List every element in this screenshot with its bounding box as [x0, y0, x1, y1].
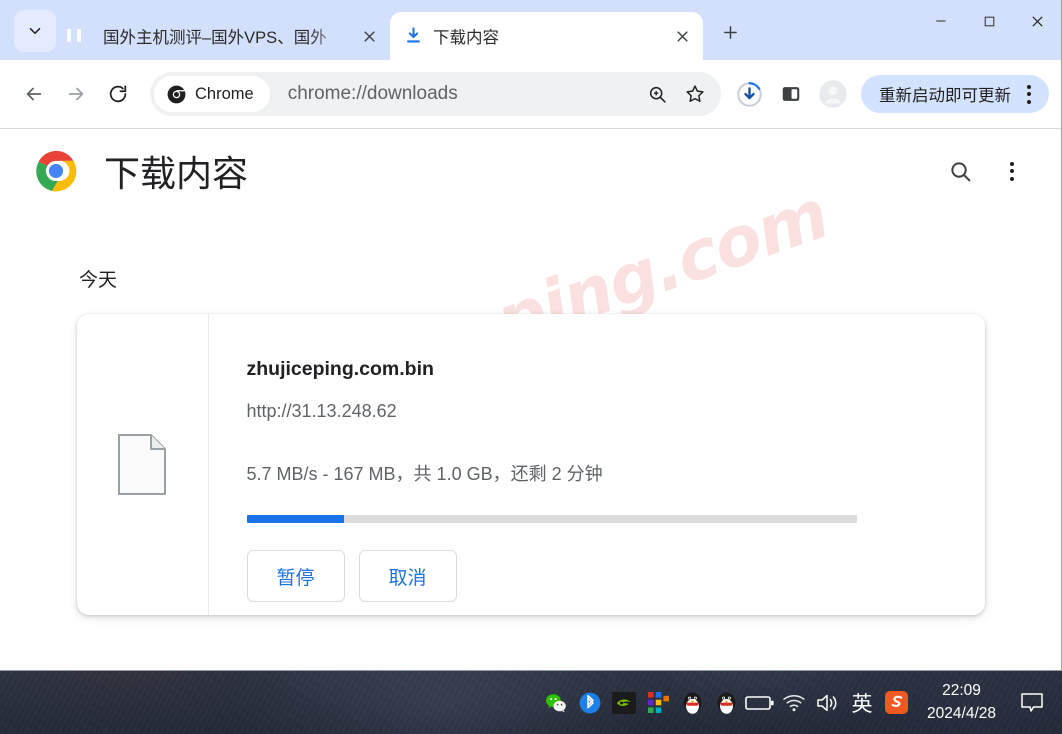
wechat-icon[interactable]	[539, 671, 573, 734]
avatar-icon	[819, 80, 847, 108]
browser-toolbar: Chrome chrome://downloads 重新启动即可更新	[0, 60, 1061, 129]
tab-title: 国外主机测评–国外VPS、国外	[103, 29, 327, 47]
profile-button[interactable]	[813, 74, 853, 114]
file-icon-column	[77, 314, 209, 615]
download-progress-bar	[246, 515, 857, 523]
tab-downloads[interactable]: 下载内容	[390, 12, 703, 60]
close-window-button[interactable]	[1013, 0, 1061, 42]
tab-site[interactable]: 国外主机测评–国外VPS、国外	[60, 12, 390, 60]
taskbar-clock[interactable]: 22:09 2024/4/28	[913, 671, 1010, 734]
chrome-chip[interactable]: Chrome	[154, 76, 270, 112]
chrome-chip-label: Chrome	[195, 84, 254, 103]
wifi-icon[interactable]	[777, 671, 811, 734]
window-controls	[917, 0, 1061, 60]
plus-icon	[723, 25, 737, 39]
page-title: 下载内容	[104, 153, 249, 194]
minimize-button[interactable]	[917, 0, 965, 42]
download-progress-fill	[246, 515, 345, 523]
notification-center-button[interactable]	[1010, 671, 1054, 734]
star-icon	[686, 85, 704, 102]
back-button[interactable]	[14, 74, 54, 114]
update-button[interactable]: 重新启动即可更新	[861, 75, 1049, 113]
chrome-logo	[35, 150, 77, 192]
back-arrow-icon	[26, 87, 42, 101]
page-header: 下载内容	[0, 129, 1061, 213]
site-favicon	[74, 26, 94, 46]
close-icon	[363, 30, 375, 42]
zoom-in-icon	[649, 86, 666, 103]
document-file-icon	[118, 434, 166, 495]
address-bar[interactable]: Chrome chrome://downloads	[150, 72, 721, 116]
chrome-monochrome-icon	[167, 85, 186, 103]
downloads-page: zhujiceping.com 下载内容 今天 zhujiceping.com.…	[0, 129, 1061, 669]
page-header-actions	[939, 150, 1033, 192]
downloads-button[interactable]	[729, 74, 769, 114]
download-item-card: zhujiceping.com.bin http://31.13.248.62 …	[76, 314, 985, 615]
tab-close-button[interactable]	[356, 23, 382, 49]
battery-icon[interactable]	[743, 671, 777, 734]
clock-time: 22:09	[942, 682, 981, 700]
maximize-icon	[984, 16, 994, 26]
reload-icon	[109, 85, 127, 103]
three-dot-menu-icon[interactable]	[1015, 78, 1043, 110]
omnibox-actions	[639, 76, 717, 112]
bluetooth-icon[interactable]	[573, 671, 607, 734]
bookmark-button[interactable]	[677, 76, 713, 112]
download-file-name[interactable]: zhujiceping.com.bin	[247, 358, 953, 381]
download-progress-icon	[736, 81, 762, 107]
forward-button[interactable]	[56, 74, 96, 114]
volume-icon[interactable]	[811, 671, 845, 734]
reload-button[interactable]	[98, 74, 138, 114]
browser-window: 国外主机测评–国外VPS、国外 下载内容 Chrome chrome://dow…	[0, 0, 1062, 670]
tab-close-button[interactable]	[669, 23, 695, 49]
chevron-down-icon	[29, 27, 41, 35]
qq-icon[interactable]	[675, 671, 709, 734]
ime-indicator[interactable]: 英	[845, 671, 879, 734]
maximize-button[interactable]	[965, 0, 1013, 42]
search-downloads-button[interactable]	[939, 150, 981, 192]
update-label: 重新启动即可更新	[879, 87, 1011, 105]
notification-icon	[1021, 692, 1043, 712]
new-tab-button[interactable]	[713, 15, 747, 49]
tab-search-button[interactable]	[14, 10, 56, 52]
search-icon	[950, 161, 970, 181]
tab-title: 下载内容	[433, 29, 499, 47]
close-icon	[676, 30, 688, 42]
minimize-icon	[936, 20, 946, 22]
pause-button[interactable]: 暂停	[246, 550, 345, 602]
app-grid-icon[interactable]	[641, 671, 675, 734]
clock-date: 2024/4/28	[927, 704, 996, 722]
sogou-input-icon[interactable]	[879, 671, 913, 734]
side-panel-icon	[782, 87, 800, 101]
download-icon	[404, 26, 424, 46]
side-panel-button[interactable]	[771, 74, 811, 114]
date-group-label: 今天	[79, 270, 118, 291]
download-actions: 暂停 取消	[246, 550, 953, 602]
zoom-in-button[interactable]	[639, 76, 675, 112]
close-icon	[1031, 15, 1043, 27]
forward-arrow-icon	[68, 87, 84, 101]
url-text: chrome://downloads	[287, 83, 458, 104]
nvidia-icon[interactable]	[607, 671, 641, 734]
qq-icon[interactable]	[709, 671, 743, 734]
tab-strip: 国外主机测评–国外VPS、国外 下载内容	[0, 0, 1061, 60]
download-details: zhujiceping.com.bin http://31.13.248.62 …	[209, 314, 985, 615]
three-dot-menu-icon	[998, 155, 1026, 187]
download-source-url[interactable]: http://31.13.248.62	[247, 401, 953, 422]
cancel-button[interactable]: 取消	[358, 550, 457, 602]
windows-taskbar: 英 22:09 2024/4/28	[0, 670, 1062, 734]
page-menu-button[interactable]	[991, 150, 1033, 192]
download-status-text: 5.7 MB/s - 167 MB，共 1.0 GB，还剩 2 分钟	[246, 464, 603, 484]
